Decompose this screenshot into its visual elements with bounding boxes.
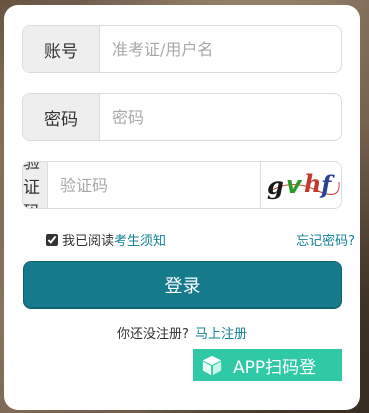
captcha-field: 验证码 g v h f xyxy=(22,161,342,209)
password-input[interactable] xyxy=(100,94,341,140)
app-scan-label: APP扫码登 xyxy=(233,357,317,378)
password-field: 密码 xyxy=(22,93,342,141)
forgot-password-link[interactable]: 忘记密码? xyxy=(296,230,355,249)
captcha-graphic: g v h f xyxy=(267,169,340,200)
agree-checkbox[interactable] xyxy=(46,233,58,246)
register-row: 你还没注册? 马上注册 xyxy=(4,323,360,342)
svg-text:g: g xyxy=(267,171,284,200)
register-prompt: 你还没注册? xyxy=(117,327,189,342)
agree-notice-link[interactable]: 考生须知 xyxy=(114,230,166,249)
account-input[interactable] xyxy=(100,26,341,72)
account-label: 账号 xyxy=(23,26,100,72)
captcha-image[interactable]: g v h f xyxy=(260,162,341,208)
cube-icon xyxy=(202,355,222,376)
register-link[interactable]: 马上注册 xyxy=(195,327,247,342)
agree-row: 我已阅读 考生须知 忘记密码? xyxy=(46,230,361,249)
login-panel: 账号 密码 验证码 g v h f 我已阅读考生须知 忘记密码? 登录 你还没注… xyxy=(4,5,360,410)
svg-text:h: h xyxy=(304,169,321,198)
captcha-label: 验证码 xyxy=(23,162,48,208)
svg-text:v: v xyxy=(286,171,303,199)
agree-prefix: 我已阅读 xyxy=(62,234,115,249)
app-scan-login-button[interactable]: APP扫码登 xyxy=(193,349,342,381)
account-field: 账号 xyxy=(22,25,342,73)
password-label: 密码 xyxy=(23,94,100,140)
captcha-input[interactable] xyxy=(48,162,260,208)
login-button[interactable]: 登录 xyxy=(23,261,342,309)
